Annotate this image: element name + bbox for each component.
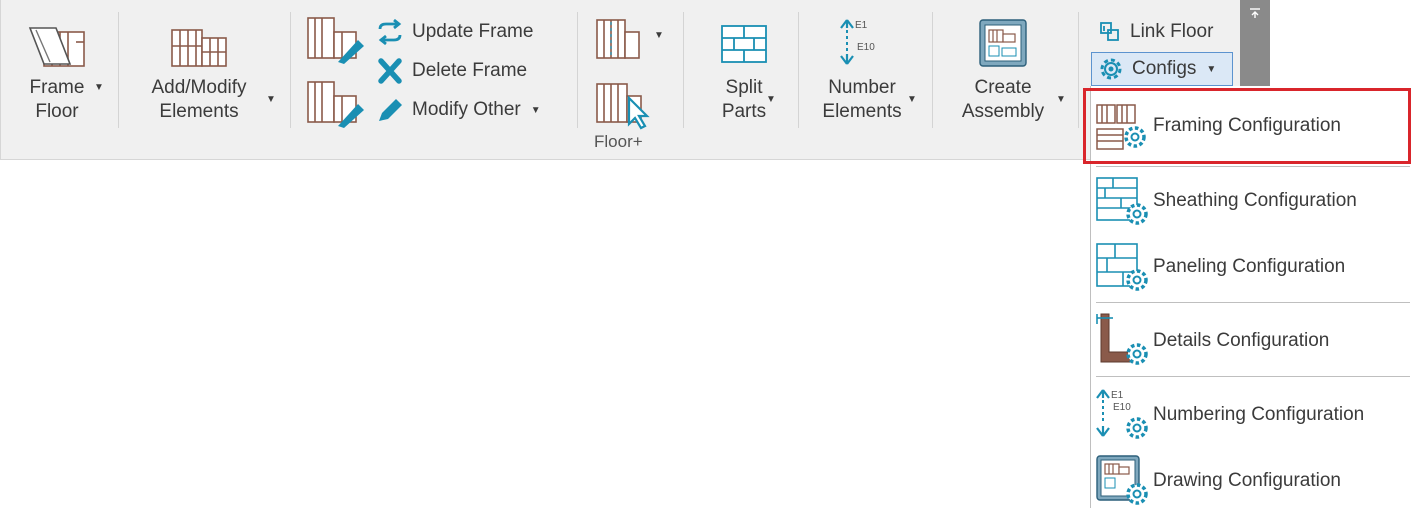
add-modify-caret-icon[interactable]: ▼ <box>266 94 276 105</box>
menu-separator <box>1096 166 1410 167</box>
create-assembly-caret-icon[interactable]: ▼ <box>1056 94 1066 105</box>
delete-frame-label: Delete Frame <box>412 60 528 81</box>
menu-item-label: Details Configuration <box>1153 330 1330 351</box>
frame-floor-button[interactable]: Frame Floor <box>14 10 100 130</box>
create-assembly-icon <box>979 19 1027 67</box>
configs-label: Configs <box>1132 58 1197 79</box>
number-elements-button[interactable]: E1 E10 Number Elements <box>814 10 910 130</box>
modify-other-button[interactable]: Modify Other ▼ <box>376 94 541 126</box>
frame-floor-icon <box>28 27 85 67</box>
number-elements-label: Number Elements <box>822 77 902 122</box>
menu-separator <box>1096 376 1410 377</box>
svg-text:E1: E1 <box>1111 390 1124 401</box>
split-parts-button[interactable]: Split Parts <box>700 10 788 130</box>
floor-plus-caret-icon[interactable]: ▼ <box>654 30 664 41</box>
separator <box>932 12 933 128</box>
details-config-icon <box>1096 313 1148 365</box>
floor-plus-group-label: Floor+ <box>594 132 643 151</box>
highlight-box <box>1083 88 1411 164</box>
svg-text:E10: E10 <box>857 42 875 53</box>
delete-frame-large-icon[interactable] <box>304 76 366 128</box>
menu-item-drawing-configuration[interactable]: Drawing Configuration <box>1091 450 1417 512</box>
menu-item-numbering-configuration[interactable]: E1 E10 Numbering Configuration <box>1091 384 1417 446</box>
paneling-config-icon <box>1096 243 1148 291</box>
add-modify-label: Add/Modify Elements <box>151 77 247 122</box>
number-elements-caret-icon[interactable]: ▼ <box>907 94 917 105</box>
menu-item-details-configuration[interactable]: Details Configuration <box>1091 310 1417 372</box>
update-frame-button[interactable]: Update Frame <box>376 16 533 48</box>
link-floor-icon <box>1100 22 1119 41</box>
menu-item-paneling-configuration[interactable]: Paneling Configuration <box>1091 236 1417 298</box>
separator <box>577 12 578 128</box>
select-frame-icon[interactable] <box>593 78 655 130</box>
delete-x-icon <box>378 58 402 84</box>
split-parts-icon <box>721 25 767 63</box>
update-frame-label: Update Frame <box>412 21 534 42</box>
configs-button-content[interactable]: Configs ▼ <box>1098 53 1216 85</box>
add-modify-icon <box>171 29 227 67</box>
frame-floor-caret-icon[interactable]: ▼ <box>94 82 104 93</box>
svg-text:E10: E10 <box>1113 402 1131 413</box>
separator <box>1078 12 1079 128</box>
menu-item-label: Paneling Configuration <box>1153 256 1346 277</box>
separator <box>798 12 799 128</box>
update-frame-large-icon[interactable] <box>304 14 366 64</box>
swap-arrows-icon <box>378 19 402 45</box>
svg-text:E1: E1 <box>855 20 868 31</box>
menu-item-sheathing-configuration[interactable]: Sheathing Configuration <box>1091 170 1417 232</box>
menu-separator <box>1096 302 1410 303</box>
link-floor-button[interactable]: Link Floor <box>1098 16 1213 48</box>
configs-caret-icon: ▼ <box>1206 63 1217 75</box>
separator <box>290 12 291 128</box>
separator <box>683 12 684 128</box>
number-elements-icon: E1 E10 <box>840 19 875 65</box>
pencil-icon <box>379 99 402 121</box>
add-modify-elements-button[interactable]: Add/Modify Elements <box>134 10 264 130</box>
create-assembly-label: Create Assembly <box>961 77 1045 122</box>
menu-item-label: Sheathing Configuration <box>1153 190 1357 211</box>
frame-floor-label: Frame Floor <box>29 77 85 122</box>
create-assembly-button[interactable]: Create Assembly <box>950 10 1056 130</box>
split-parts-caret-icon[interactable]: ▼ <box>766 94 776 105</box>
drawing-config-icon <box>1096 455 1148 505</box>
numbering-config-icon: E1 E10 <box>1096 389 1148 439</box>
delete-frame-button[interactable]: Delete Frame <box>376 55 527 87</box>
modify-other-label: Modify Other <box>412 99 521 120</box>
sheathing-config-icon <box>1096 177 1148 225</box>
floor-dropdown-icon[interactable] <box>593 14 643 62</box>
menu-item-label: Drawing Configuration <box>1153 470 1341 491</box>
gear-icon <box>1100 58 1122 80</box>
menu-item-label: Numbering Configuration <box>1153 404 1365 425</box>
link-floor-label: Link Floor <box>1130 21 1214 42</box>
collapse-icon[interactable] <box>1248 6 1262 20</box>
modify-other-caret-icon: ▼ <box>530 104 541 116</box>
separator <box>118 12 119 128</box>
